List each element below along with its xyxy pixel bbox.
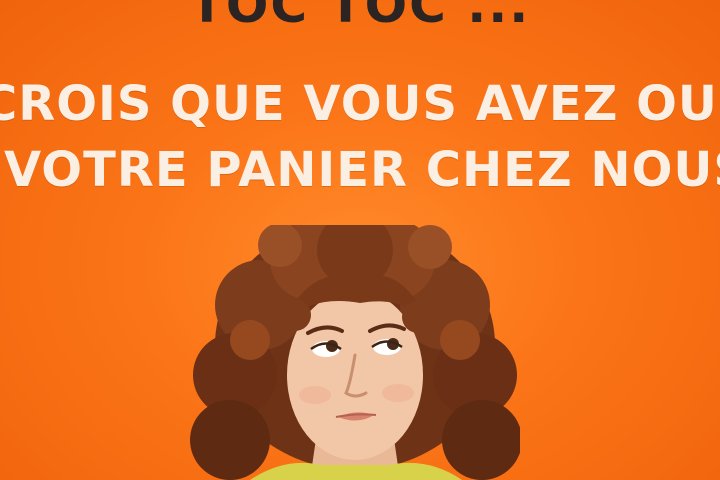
headline-line-2: VOTRE PANIER CHEZ NOUS xyxy=(4,142,720,198)
promo-banner: TOC TOC ... CROIS QUE VOUS AVEZ OUB VOTR… xyxy=(0,0,720,480)
headline-knock: TOC TOC ... xyxy=(189,0,531,34)
woman-portrait-illustration xyxy=(190,225,520,480)
headline-line-1: CROIS QUE VOUS AVEZ OUB xyxy=(0,76,720,132)
woman-portrait xyxy=(190,225,520,480)
shirt xyxy=(250,462,462,480)
